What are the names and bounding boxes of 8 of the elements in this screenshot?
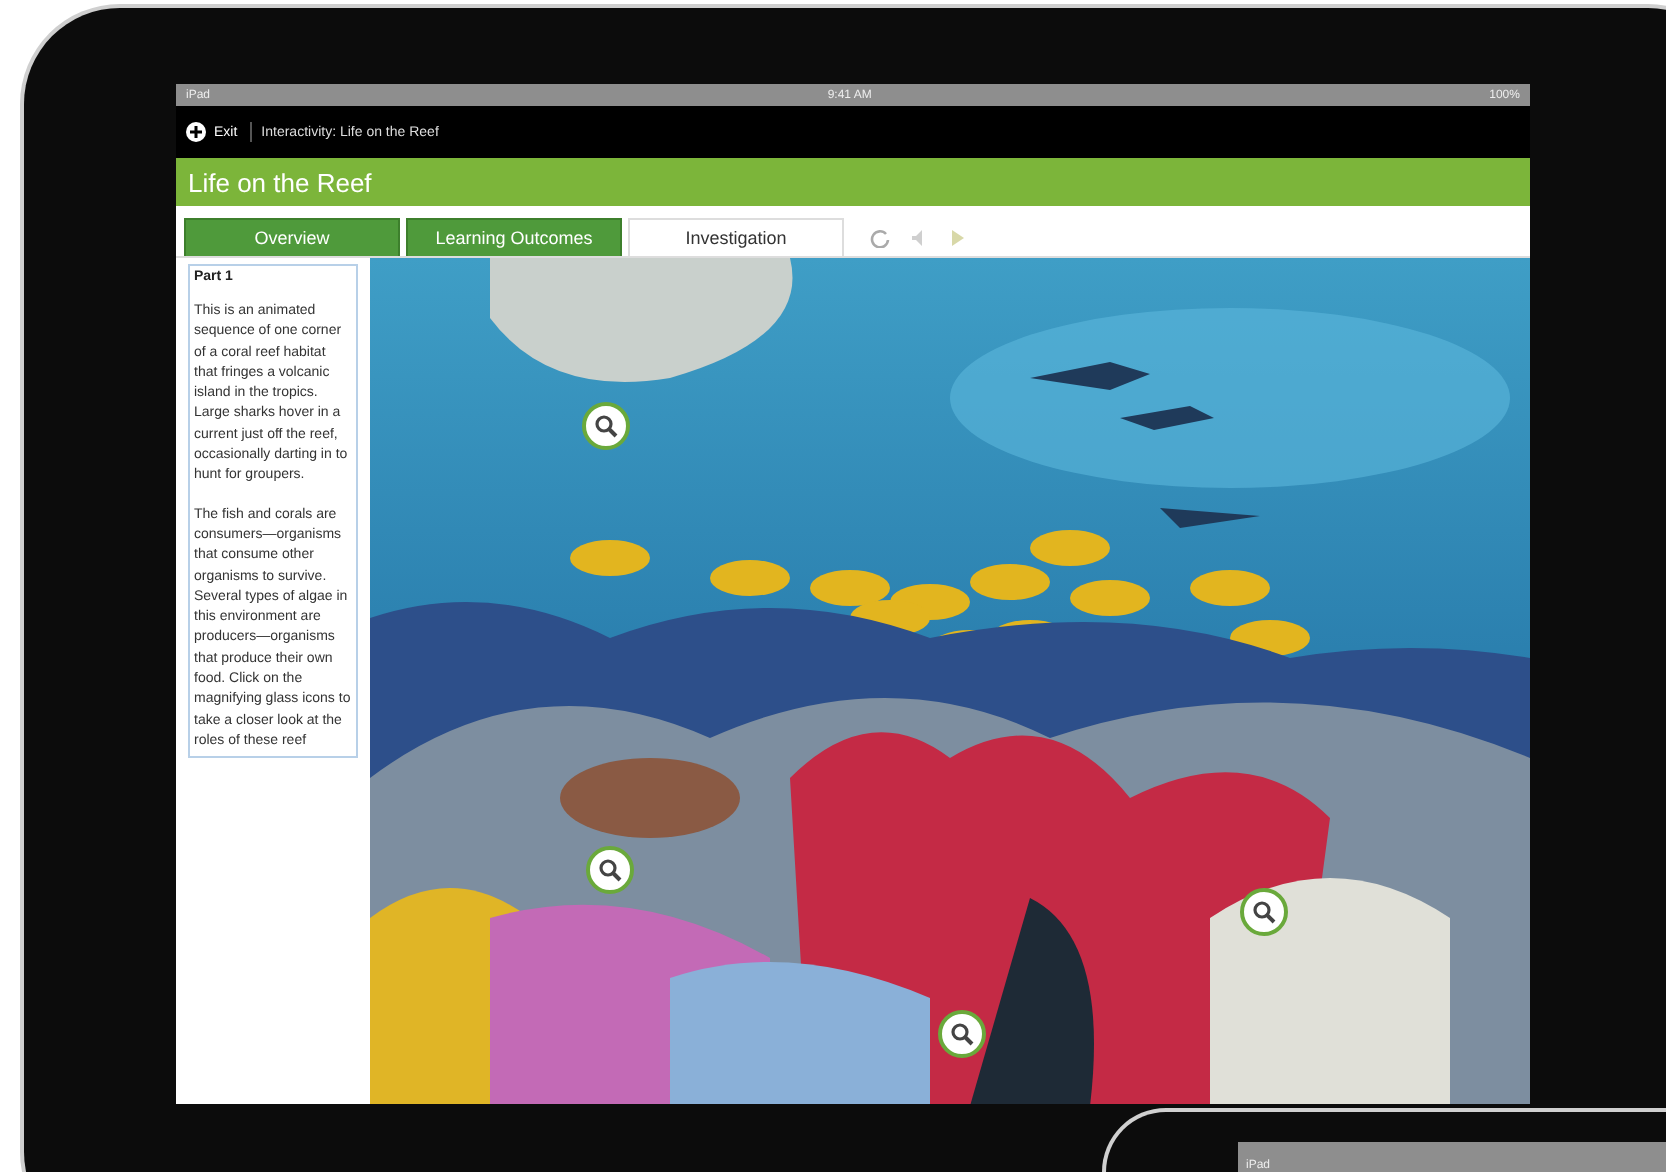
search-icon bbox=[1252, 900, 1276, 924]
tab[interactable]: Investigation bbox=[628, 218, 844, 256]
search-icon bbox=[950, 1022, 974, 1046]
title-bar: Life on the Reef bbox=[176, 158, 1530, 206]
plus-circle-icon bbox=[186, 122, 206, 142]
magnifier-button[interactable] bbox=[582, 402, 630, 450]
search-icon bbox=[594, 414, 618, 438]
search-icon bbox=[598, 858, 622, 882]
